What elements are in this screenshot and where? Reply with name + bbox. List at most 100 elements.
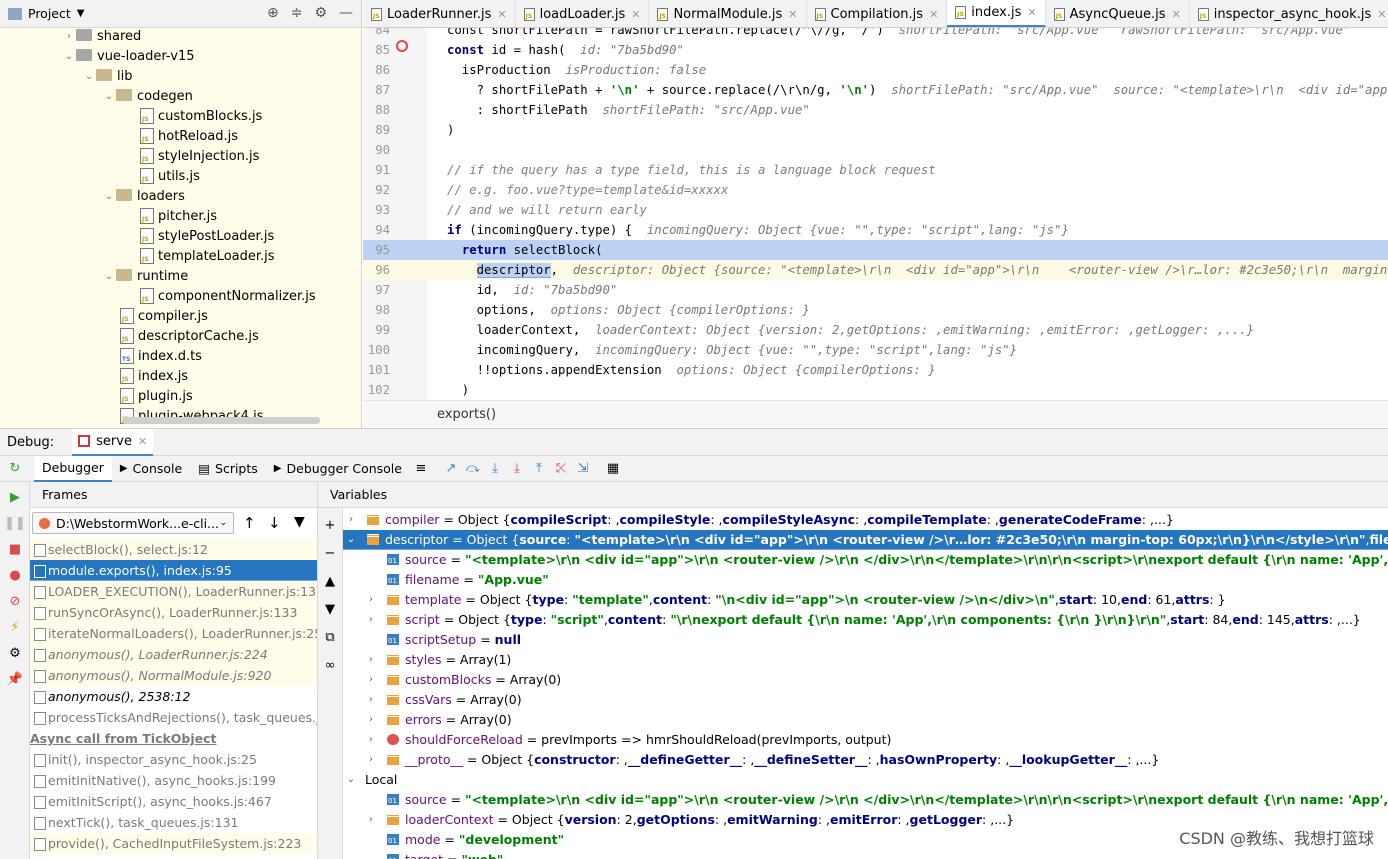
project-title[interactable]: Project (28, 6, 71, 21)
tree-file[interactable]: index.d.ts (102, 346, 202, 366)
code-line[interactable]: 88 : shortFilePath shortFilePath: "src/A… (363, 100, 1388, 120)
variable-row[interactable]: › errors = Array(0) (343, 710, 1388, 730)
stack-frame[interactable]: processTicksAndRejections(), task_queues… (30, 707, 317, 728)
code-line[interactable]: 95 return selectBlock( (363, 240, 1388, 260)
step-into-icon[interactable]: ⤓ (484, 458, 506, 480)
code-line[interactable]: 102 ) (363, 380, 1388, 400)
tree-file[interactable]: descriptorCache.js (102, 326, 259, 346)
code-line[interactable]: 96 descriptor, descriptor: Object {sourc… (363, 260, 1388, 280)
tree-folder[interactable]: ⌄ vue-loader-v15 (62, 46, 195, 66)
tree-file[interactable]: compiler.js (102, 306, 208, 326)
stack-frame[interactable]: module.exports(), index.js:95 (30, 560, 317, 581)
code-line[interactable]: 101 !!options.appendExtension options: O… (363, 360, 1388, 380)
close-icon[interactable]: ✕ (788, 8, 797, 21)
remove-watch-icon[interactable]: − (319, 542, 341, 564)
tree-file[interactable]: styleInjection.js (122, 146, 259, 166)
lightning-icon[interactable]: ⚡ (4, 616, 26, 638)
stack-frame[interactable]: selectBlock(), select.js:12 (30, 539, 317, 560)
variable-row[interactable]: › script = Object {type: "script",content… (343, 610, 1388, 630)
tree-folder[interactable]: ⌄ lib (82, 66, 133, 86)
show-execution-point-icon[interactable]: ↗ (440, 458, 462, 480)
add-watch-icon[interactable]: + (319, 514, 341, 536)
force-step-into-icon[interactable]: ⤓ (506, 458, 528, 480)
tree-folder[interactable]: ⌄ runtime (102, 266, 188, 286)
breadcrumb[interactable]: exports() (363, 400, 1388, 427)
code-line[interactable]: 97 id, id: "7ba5bd90" (363, 280, 1388, 300)
code-line[interactable]: 94 if (incomingQuery.type) { incomingQuer… (363, 220, 1388, 240)
close-icon[interactable]: ✕ (138, 435, 147, 448)
stack-frame[interactable]: LOADER_EXECUTION(), LoaderRunner.js:132 (30, 581, 317, 602)
code-line[interactable]: 92 // e.g. foo.vue?type=template&id=xxxxx (363, 180, 1388, 200)
tab-scripts[interactable]: ▤ Scripts (190, 456, 266, 482)
code-line[interactable]: 93 // and we will return early (363, 200, 1388, 220)
tree-file[interactable]: componentNormalizer.js (122, 286, 316, 306)
evaluate-icon[interactable]: ▦ (602, 458, 624, 480)
chevron-right-icon[interactable]: › (365, 590, 377, 610)
editor-tab[interactable]: index.js ✕ (947, 0, 1046, 27)
code-editor[interactable]: 84 const shortFilePath = rawShortFilePath… (363, 28, 1388, 400)
variable-row[interactable]: ⌄ Local (343, 770, 1388, 790)
tree-folder[interactable]: › shared (62, 26, 141, 46)
code-line[interactable]: 90 (363, 140, 1388, 160)
chevron-right-icon[interactable]: › (365, 730, 377, 750)
tree-file[interactable]: utils.js (122, 166, 200, 186)
close-icon[interactable]: ✕ (1377, 8, 1386, 21)
stack-frame[interactable]: emitInitScript(), async_hooks.js:467 (30, 791, 317, 812)
code-line[interactable]: 89) (363, 120, 1388, 140)
close-icon[interactable]: ✕ (631, 8, 640, 21)
editor-tab[interactable]: inspector_async_hook.js ✕ (1189, 0, 1388, 27)
chevron-down-icon[interactable]: ⌄ (102, 191, 116, 202)
chevron-right-icon[interactable]: › (365, 610, 377, 630)
close-icon[interactable]: ✕ (497, 8, 506, 21)
stack-frame[interactable]: init(), inspector_async_hook.js:25 (30, 749, 317, 770)
tree-file[interactable]: index.js (102, 366, 188, 386)
chevron-right-icon[interactable]: › (365, 810, 377, 830)
minimize-icon[interactable]: — (339, 5, 353, 21)
menu-icon[interactable]: ≡ (410, 458, 432, 480)
code-line[interactable]: 91 // if the query has a type field, this… (363, 160, 1388, 180)
chevron-right-icon[interactable]: › (345, 510, 357, 530)
tree-file[interactable]: pitcher.js (122, 206, 217, 226)
chevron-right-icon[interactable]: › (62, 31, 76, 42)
chevron-right-icon[interactable]: › (365, 670, 377, 690)
tree-file[interactable]: plugin.js (102, 386, 193, 406)
chevron-right-icon[interactable]: › (365, 710, 377, 730)
code-line[interactable]: 86 isProduction isProduction: false (363, 60, 1388, 80)
stack-frame[interactable]: anonymous(), NormalModule.js:920 (30, 665, 317, 686)
code-line[interactable]: 87 ? shortFilePath + '\n' + source.repla… (363, 80, 1388, 100)
variable-row[interactable]: › shouldForceReload = prevImports => hmrS… (343, 730, 1388, 750)
variable-row[interactable]: › template = Object {type: "template",con… (343, 590, 1388, 610)
editor-tab[interactable]: loadLoader.js ✕ (515, 0, 650, 27)
variable-row[interactable]: filename = "App.vue" (343, 570, 1388, 591)
stack-frame[interactable]: runSyncOrAsync(), LoaderRunner.js:133 (30, 602, 317, 623)
chevron-down-icon[interactable]: ⌄ (62, 51, 76, 62)
stack-frame[interactable]: nextTick(), task_queues.js:131 (30, 812, 317, 833)
variable-row[interactable]: › compiler = Object {compileScript: ,comp… (343, 510, 1388, 530)
tree-file[interactable]: customBlocks.js (122, 106, 262, 126)
code-line[interactable]: 98 options, options: Object {compilerOpt… (363, 300, 1388, 320)
chevron-down-icon[interactable]: ⌄ (102, 271, 116, 282)
collapse-all-icon[interactable]: ≑ (291, 5, 303, 21)
run-config-tab[interactable]: serve ✕ (72, 428, 154, 456)
step-over-icon[interactable]: ⤼ (462, 458, 484, 480)
pin-icon[interactable]: 📌 (4, 668, 26, 690)
close-icon[interactable]: ✕ (1027, 6, 1036, 19)
tree-folder[interactable]: ⌄ loaders (102, 186, 185, 206)
tab-debugger[interactable]: Debugger (34, 455, 112, 482)
copy-icon[interactable]: ⧉ (319, 626, 341, 648)
tab-console[interactable]: ▶ Console (112, 456, 190, 482)
rerun-icon[interactable]: ↻ (4, 458, 26, 480)
editor-tab[interactable]: LoaderRunner.js ✕ (363, 0, 516, 27)
variable-row[interactable]: › styles = Array(1) (343, 650, 1388, 670)
chevron-right-icon[interactable]: › (365, 690, 377, 710)
close-icon[interactable]: ✕ (1172, 8, 1181, 21)
tree-folder[interactable]: ⌄ codegen (102, 86, 193, 106)
move-up-icon[interactable]: ▲ (319, 570, 341, 592)
drop-frame-icon[interactable]: ⤪ (550, 458, 572, 480)
gear-icon[interactable]: ⚙ (314, 5, 327, 21)
code-line[interactable]: 100 incomingQuery, incomingQuery: Object… (363, 340, 1388, 360)
breakpoint-icon[interactable] (396, 40, 408, 52)
tree-file[interactable]: hotReload.js (122, 126, 238, 146)
step-out-icon[interactable]: ⤒ (528, 458, 550, 480)
variable-row[interactable]: › cssVars = Array(0) (343, 690, 1388, 710)
